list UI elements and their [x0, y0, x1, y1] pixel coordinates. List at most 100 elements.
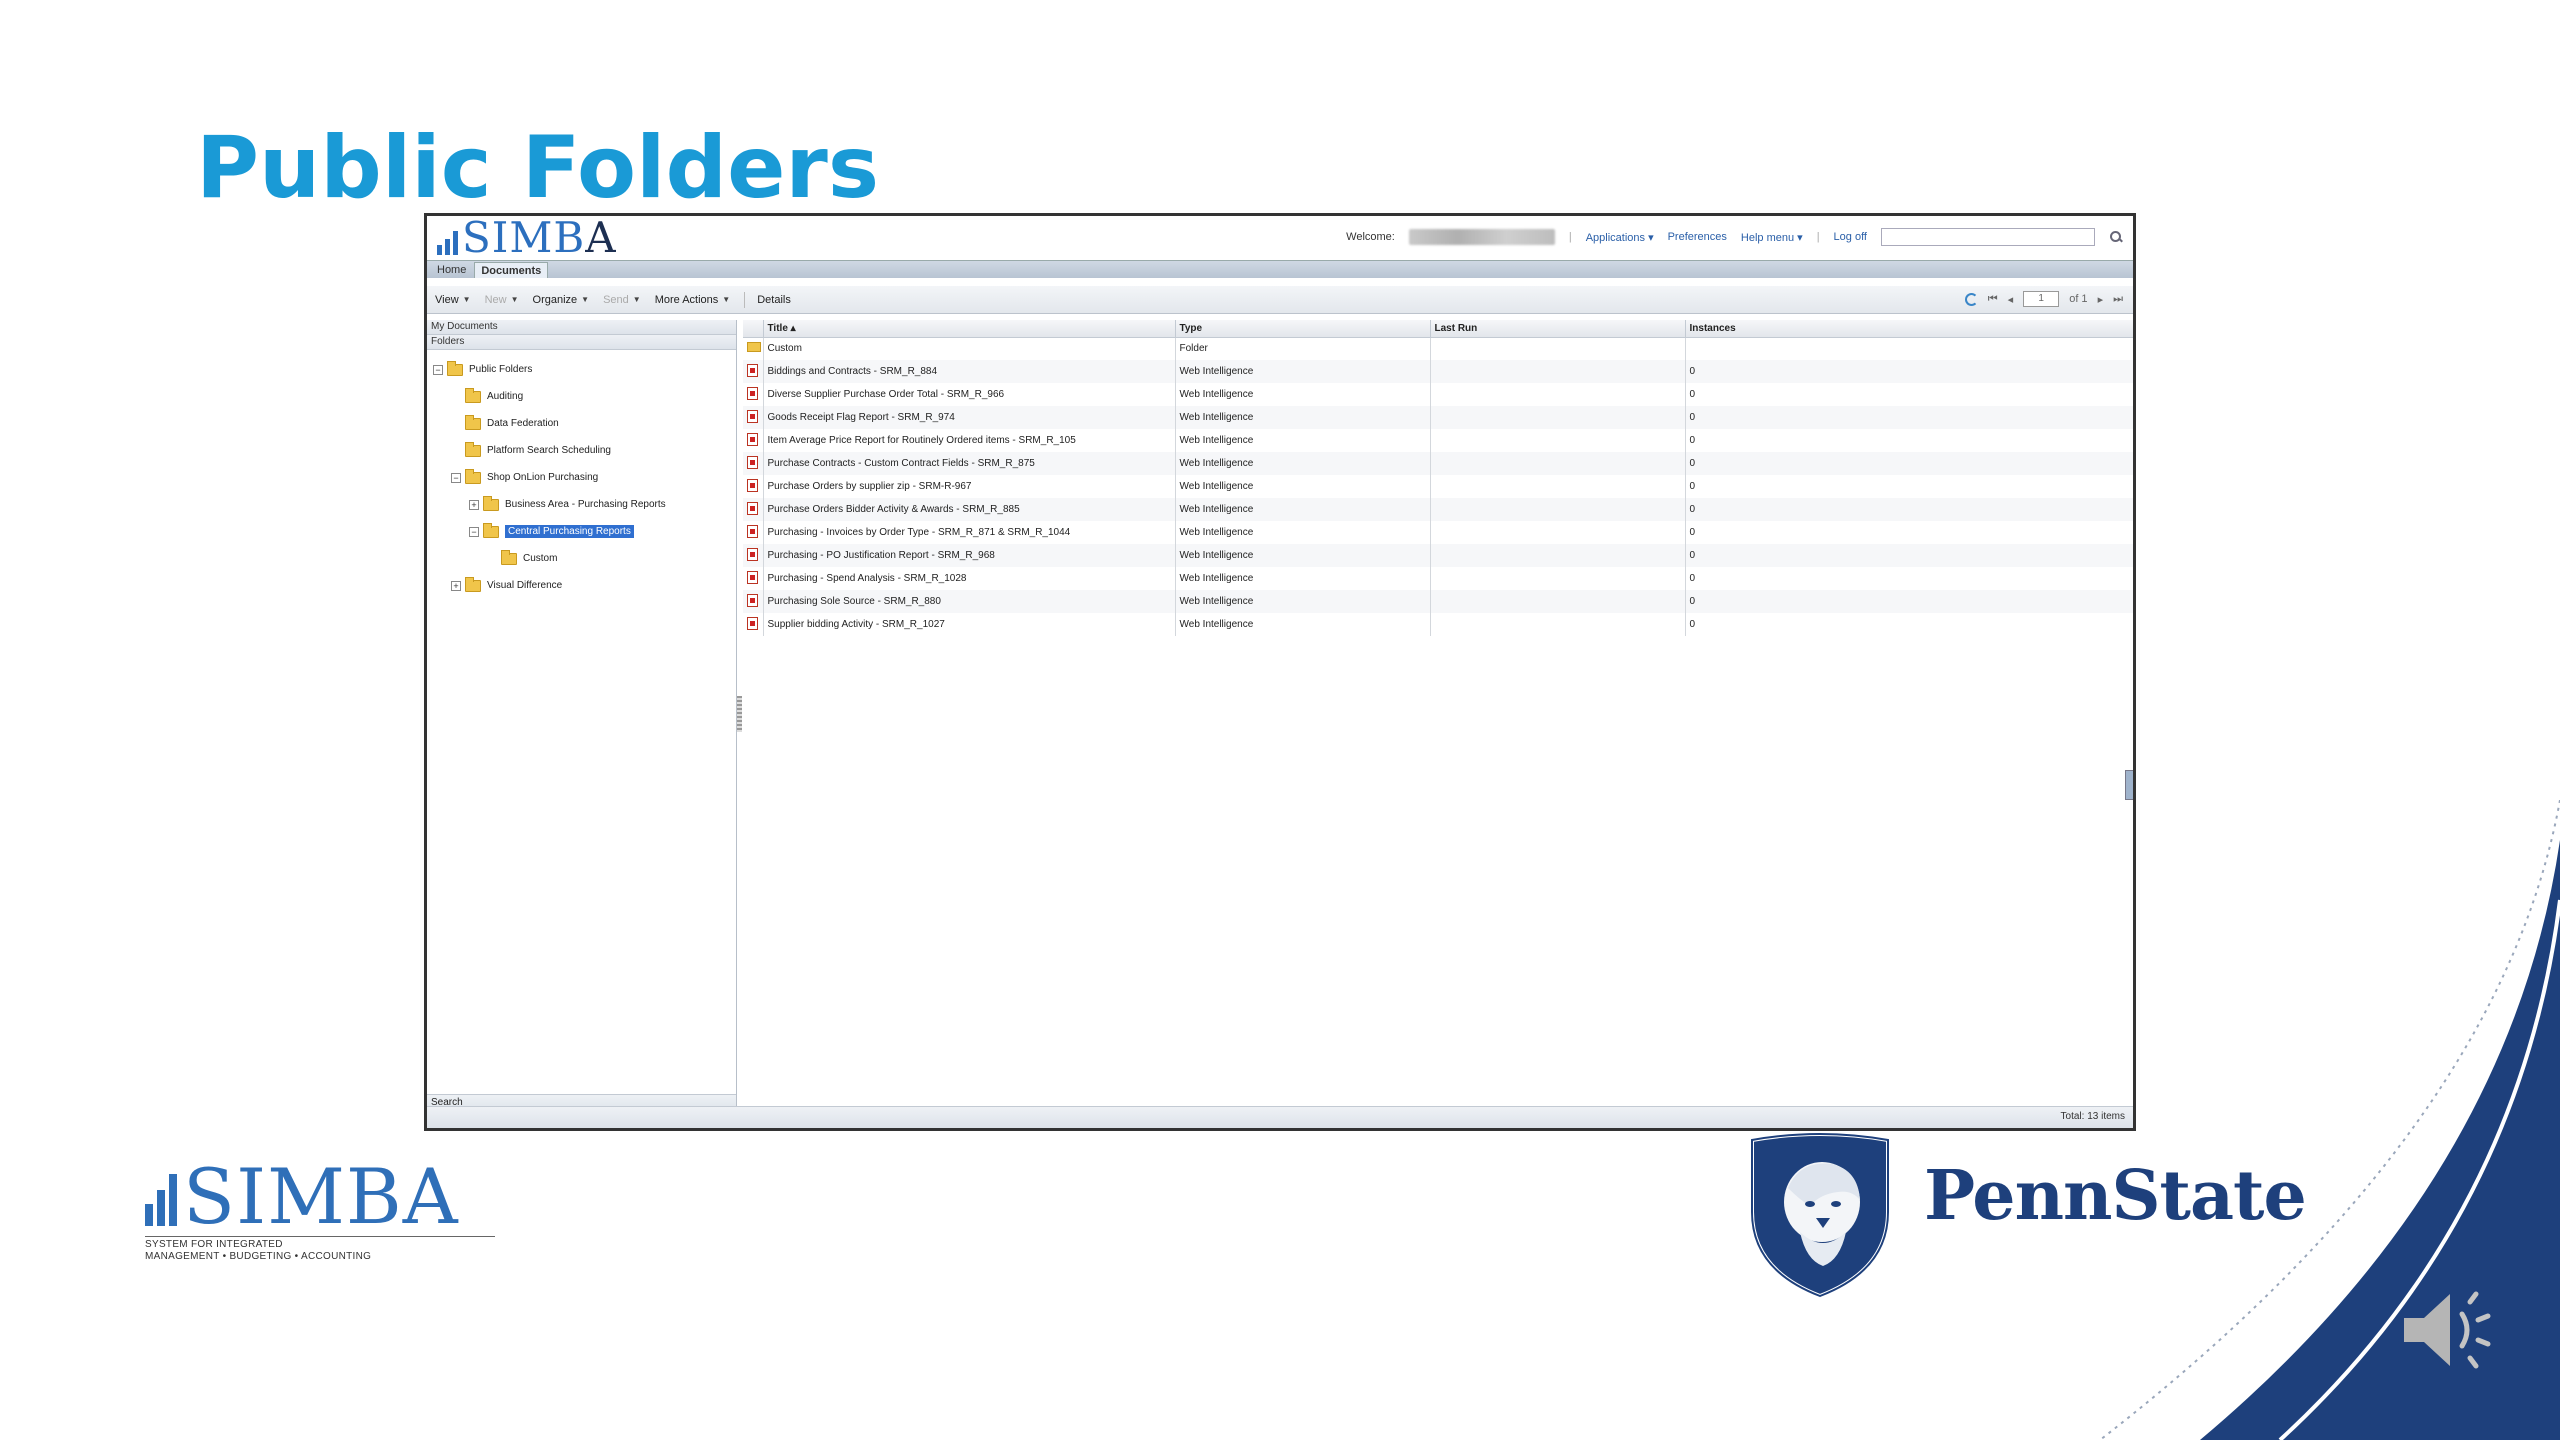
row-title[interactable]: Purchase Contracts - Custom Contract Fie… [763, 452, 1176, 475]
table-row[interactable]: Purchasing - PO Justification Report - S… [743, 544, 2133, 567]
row-type: Web Intelligence [1175, 429, 1431, 452]
table-row[interactable]: Purchasing - Spend Analysis - SRM_R_1028… [743, 567, 2133, 590]
send-menu-button[interactable]: Send ▼ [603, 294, 641, 306]
tree-node-label[interactable]: Business Area - Purchasing Reports [505, 499, 666, 510]
row-type: Web Intelligence [1175, 521, 1431, 544]
row-title[interactable]: Supplier bidding Activity - SRM_R_1027 [763, 613, 1176, 636]
row-instances: 0 [1685, 475, 2133, 498]
row-title[interactable]: Purchase Orders Bidder Activity & Awards… [763, 498, 1176, 521]
table-row[interactable]: Purchase Contracts - Custom Contract Fie… [743, 452, 2133, 475]
next-page-icon[interactable]: ▸ [2098, 293, 2104, 306]
prev-page-icon[interactable]: ◂ [2008, 293, 2014, 306]
row-title[interactable]: Custom [763, 337, 1176, 360]
last-page-icon[interactable]: ⏭ [2113, 293, 2123, 306]
row-title[interactable]: Purchasing - Invoices by Order Type - SR… [763, 521, 1176, 544]
instances-column-header[interactable]: Instances [1685, 320, 2133, 338]
row-title[interactable]: Purchasing Sole Source - SRM_R_880 [763, 590, 1176, 613]
tree-node[interactable]: − Public Folders [427, 356, 736, 383]
collapse-icon[interactable]: − [433, 364, 443, 375]
row-type: Web Intelligence [1175, 360, 1431, 383]
expand-icon[interactable]: + [451, 580, 461, 591]
row-type: Web Intelligence [1175, 498, 1431, 521]
table-row[interactable]: Supplier bidding Activity - SRM_R_1027 We… [743, 613, 2133, 636]
table-row[interactable]: Biddings and Contracts - SRM_R_884 Web In… [743, 360, 2133, 383]
tree-node-label[interactable]: Public Folders [469, 364, 532, 375]
right-panel-toggle-handle[interactable] [2125, 770, 2133, 800]
expand-icon[interactable]: + [469, 499, 479, 510]
first-page-icon[interactable]: ⏮ [1988, 293, 1998, 306]
web-intelligence-doc-icon [747, 386, 758, 400]
table-row[interactable]: Goods Receipt Flag Report - SRM_R_974 Web… [743, 406, 2133, 429]
simba-wordmark: SIMBA [183, 1152, 459, 1241]
tree-node[interactable]: − Shop OnLion Purchasing [427, 464, 736, 491]
row-title[interactable]: Goods Receipt Flag Report - SRM_R_974 [763, 406, 1176, 429]
logo-text-main: SIMB [462, 213, 586, 262]
tree-node-label[interactable]: Visual Difference [487, 580, 562, 591]
row-last-run [1430, 475, 1686, 498]
row-title[interactable]: Item Average Price Report for Routinely … [763, 429, 1176, 452]
applications-menu[interactable]: Applications ▾ [1586, 231, 1654, 244]
redacted-username [1408, 229, 1555, 245]
row-icon-cell [743, 544, 764, 567]
tree-node[interactable]: + Business Area - Purchasing Reports [427, 491, 736, 518]
simba-app-window: SIMBA Welcome: | Applications ▾ Preferen… [424, 213, 2136, 1131]
collapse-icon[interactable]: − [451, 472, 461, 483]
last-run-column-header[interactable]: Last Run [1430, 320, 1686, 338]
log-off-link[interactable]: Log off [1834, 231, 1867, 243]
row-title[interactable]: Purchasing - Spend Analysis - SRM_R_1028 [763, 567, 1176, 590]
tree-node-label[interactable]: Central Purchasing Reports [505, 525, 634, 538]
tab-home[interactable]: Home [431, 262, 472, 278]
table-row[interactable]: Purchase Orders Bidder Activity & Awards… [743, 498, 2133, 521]
preferences-link[interactable]: Preferences [1668, 231, 1727, 243]
more-actions-menu-button[interactable]: More Actions ▼ [655, 294, 731, 306]
page-number-input[interactable]: 1 [2023, 291, 2060, 307]
search-icon[interactable] [2109, 230, 2123, 244]
table-row[interactable]: Purchasing - Invoices by Order Type - SR… [743, 521, 2133, 544]
tree-node[interactable]: Custom [427, 545, 736, 572]
row-title[interactable]: Biddings and Contracts - SRM_R_884 [763, 360, 1176, 383]
tree-node[interactable]: + Visual Difference [427, 572, 736, 599]
row-title[interactable]: Diverse Supplier Purchase Order Total - … [763, 383, 1176, 406]
document-list-table: Title ▴ Type Last Run Instances Custom Fo… [743, 320, 2133, 636]
slide-title: Public Folders [196, 118, 880, 218]
row-icon-cell [743, 452, 764, 475]
folder-tree: − Public Folders Auditing Data Federation Pl… [427, 350, 736, 599]
row-title[interactable]: Purchase Orders by supplier zip - SRM-R-… [763, 475, 1176, 498]
tree-node[interactable]: Auditing [427, 383, 736, 410]
title-column-header[interactable]: Title ▴ [763, 320, 1176, 338]
tree-node-label[interactable]: Data Federation [487, 418, 559, 429]
tab-documents[interactable]: Documents [474, 262, 549, 278]
table-row[interactable]: Purchase Orders by supplier zip - SRM-R-… [743, 475, 2133, 498]
table-row[interactable]: Item Average Price Report for Routinely … [743, 429, 2133, 452]
tree-node-label[interactable]: Platform Search Scheduling [487, 445, 611, 456]
pane-splitter-handle[interactable] [737, 696, 742, 732]
tree-node-label[interactable]: Custom [523, 553, 557, 564]
tree-node[interactable]: − Central Purchasing Reports [427, 518, 736, 545]
refresh-icon[interactable] [1964, 292, 1978, 306]
help-menu[interactable]: Help menu ▾ [1741, 231, 1803, 244]
row-last-run [1430, 590, 1686, 613]
tree-node-label[interactable]: Auditing [487, 391, 523, 402]
header-search-input[interactable] [1881, 228, 2095, 246]
tree-node[interactable]: Data Federation [427, 410, 736, 437]
row-instances: 0 [1685, 613, 2133, 636]
view-menu-button[interactable]: View ▼ [435, 294, 471, 306]
folders-header[interactable]: Folders [427, 335, 736, 350]
row-last-run [1430, 613, 1686, 636]
collapse-icon[interactable]: − [469, 526, 479, 537]
organize-menu-button[interactable]: Organize ▼ [533, 294, 590, 306]
table-row[interactable]: Custom Folder [743, 337, 2133, 360]
welcome-label: Welcome: [1346, 231, 1395, 243]
table-row[interactable]: Diverse Supplier Purchase Order Total - … [743, 383, 2133, 406]
my-documents-header[interactable]: My Documents [427, 320, 736, 335]
details-button[interactable]: Details [757, 294, 791, 306]
type-column-header[interactable]: Type [1175, 320, 1431, 338]
speaker-audio-icon[interactable] [2396, 1280, 2506, 1380]
row-icon-cell [743, 590, 764, 613]
new-menu-button[interactable]: New ▼ [485, 294, 519, 306]
table-row[interactable]: Purchasing Sole Source - SRM_R_880 Web In… [743, 590, 2133, 613]
tree-node[interactable]: Platform Search Scheduling [427, 437, 736, 464]
row-title[interactable]: Purchasing - PO Justification Report - S… [763, 544, 1176, 567]
row-instances: 0 [1685, 360, 2133, 383]
tree-node-label[interactable]: Shop OnLion Purchasing [487, 472, 598, 483]
